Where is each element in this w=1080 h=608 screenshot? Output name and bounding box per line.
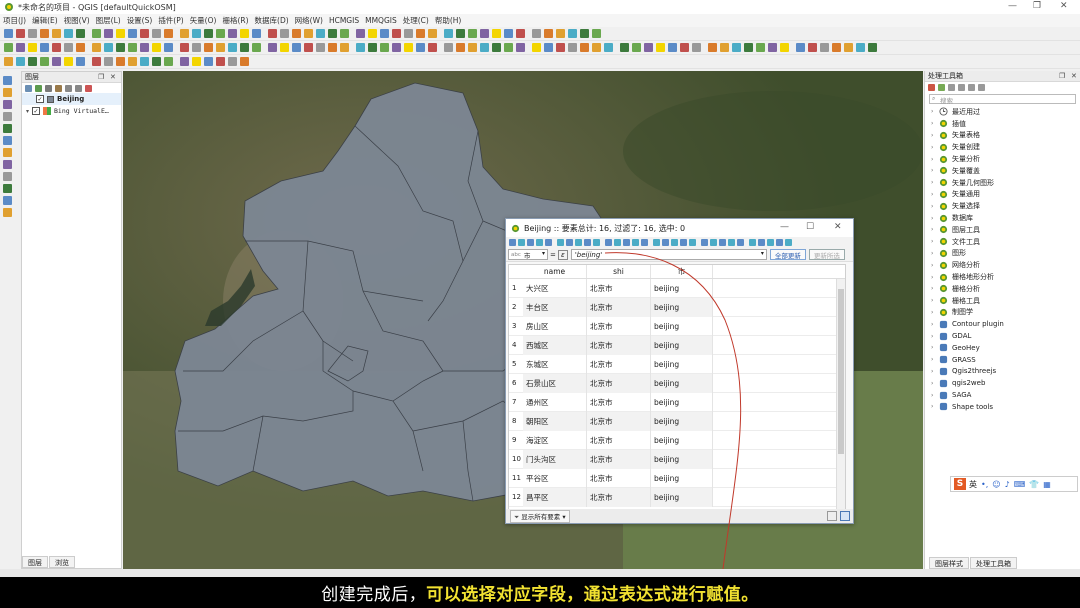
emoji-icon[interactable]: ☺ <box>992 480 1000 489</box>
subtitle-part-1: 创建完成后， <box>321 585 427 605</box>
video-subtitle: 创建完成后， 可以选择对应字段，通过表达式进行赋值。 <box>0 577 1080 608</box>
annotation-curve <box>604 252 742 578</box>
annotation-overlay <box>604 252 742 578</box>
subtitle-part-2: 可以选择对应字段，通过表达式进行赋值。 <box>426 585 759 605</box>
punctuation-icon[interactable]: •, <box>981 480 988 489</box>
skin-icon[interactable]: 👕 <box>1029 480 1039 489</box>
status-bar <box>0 569 1080 577</box>
ime-mode-label[interactable]: 英 <box>969 479 977 490</box>
ime-toolbar[interactable]: S 英 •, ☺ ♪ ⌨ 👕 ▦ <box>950 476 1078 492</box>
microphone-icon[interactable]: ♪ <box>1005 480 1010 489</box>
toolbox-icon[interactable]: ▦ <box>1043 480 1051 489</box>
sogou-logo-icon: S <box>954 478 966 490</box>
keyboard-icon[interactable]: ⌨ <box>1014 480 1026 489</box>
